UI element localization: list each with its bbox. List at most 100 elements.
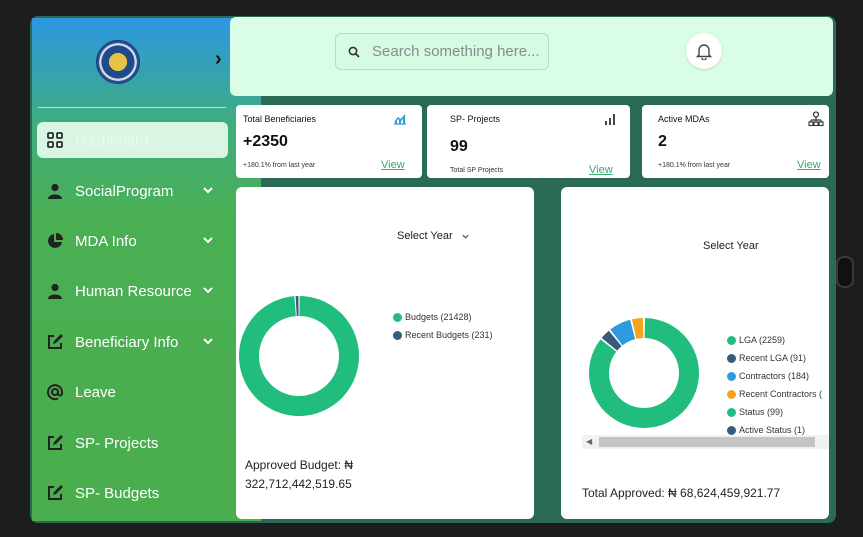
search-input[interactable] bbox=[372, 43, 542, 60]
bell-icon bbox=[696, 43, 712, 60]
sidebar-item-label: Leave bbox=[75, 383, 116, 401]
legend-item: Contractors (184) bbox=[727, 367, 822, 385]
stat-value: +2350 bbox=[243, 133, 288, 150]
legend-label: Recent Contractors ( bbox=[739, 389, 823, 399]
sidebar-item-socialprogram[interactable]: SocialProgram bbox=[32, 173, 261, 209]
budget-donut-chart bbox=[239, 296, 359, 416]
select-year-dropdown[interactable]: Select Year bbox=[703, 240, 759, 252]
view-link[interactable]: View bbox=[589, 164, 613, 176]
chevron-down-icon[interactable] bbox=[202, 334, 214, 351]
sidebar-item-label: SocialProgram bbox=[75, 182, 174, 200]
legend-label: LGA (2259) bbox=[739, 335, 786, 345]
legend-dot bbox=[727, 335, 736, 345]
sidebar: › Dashboard SocialProgram MDA Info Human… bbox=[32, 18, 261, 521]
sidebar-item-label: Beneficiary Info bbox=[75, 333, 179, 351]
edit-icon bbox=[45, 433, 65, 453]
sidebar-item-label: SP- Projects bbox=[75, 434, 159, 452]
lga-chart-card: Select Year LGA (2259) Recent LGA (91) C… bbox=[561, 187, 829, 519]
stat-subtext: +180.1% from last year bbox=[658, 162, 731, 169]
legend-item: Budgets (21428) bbox=[393, 308, 493, 326]
donut-slice-recent-budgets[interactable] bbox=[295, 296, 299, 317]
select-year-label: Select Year bbox=[703, 240, 759, 252]
legend-item: Recent LGA (91) bbox=[727, 349, 822, 367]
legend-dot bbox=[727, 353, 736, 363]
sidebar-item-leave[interactable]: Leave bbox=[32, 374, 261, 410]
view-link[interactable]: View bbox=[381, 159, 405, 171]
legend-label: Recent LGA (91) bbox=[739, 353, 807, 363]
trend-chart-icon bbox=[394, 114, 406, 125]
legend-dot bbox=[727, 389, 736, 399]
notification-button[interactable] bbox=[686, 33, 722, 69]
sidebar-item-label: MDA Info bbox=[75, 232, 137, 250]
view-link[interactable]: View bbox=[797, 159, 821, 171]
stat-value: 2 bbox=[658, 133, 667, 150]
grid-icon bbox=[45, 130, 65, 150]
edit-icon bbox=[45, 483, 65, 503]
sidebar-item-mda-info[interactable]: MDA Info bbox=[32, 223, 261, 259]
legend-label: Budgets (21428) bbox=[405, 312, 472, 322]
legend-label: Recent Budgets (231) bbox=[405, 330, 493, 340]
budget-chart-card: Select Year Budgets (21428) Recent Budge… bbox=[236, 187, 534, 519]
lga-donut-chart bbox=[589, 318, 699, 428]
total-approved: Total Approved: ₦ 68,624,459,921.77 bbox=[582, 486, 781, 500]
sidebar-item-dashboard[interactable]: Dashboard bbox=[37, 122, 228, 158]
stat-subtext: +180.1% from last year bbox=[243, 162, 316, 169]
chevron-down-icon[interactable] bbox=[202, 283, 214, 300]
stat-value: 99 bbox=[450, 138, 468, 155]
stat-card-active-mdas: Active MDAs 2 +180.1% from last year Vie… bbox=[642, 105, 829, 178]
legend-label: Contractors (184) bbox=[739, 371, 810, 381]
chevron-right-icon[interactable]: › bbox=[215, 48, 222, 71]
stat-card-beneficiaries: Total Beneficiaries +2350 +180.1% from l… bbox=[236, 105, 422, 178]
pie-icon bbox=[45, 231, 65, 251]
legend-dot bbox=[727, 407, 736, 417]
chevron-down-icon[interactable] bbox=[202, 183, 214, 200]
top-header bbox=[230, 17, 833, 96]
edit-icon bbox=[45, 332, 65, 352]
lga-legend: LGA (2259) Recent LGA (91) Contractors (… bbox=[727, 331, 822, 439]
chevron-down-icon[interactable] bbox=[202, 233, 214, 250]
bar-chart-icon bbox=[605, 114, 615, 125]
at-icon bbox=[45, 382, 65, 402]
device-side-button bbox=[836, 256, 854, 288]
search-icon bbox=[348, 46, 360, 58]
state-logo bbox=[96, 40, 140, 84]
horizontal-scrollbar[interactable]: ◀ bbox=[582, 435, 829, 449]
stat-title: Active MDAs bbox=[658, 114, 710, 124]
scroll-left-icon[interactable]: ◀ bbox=[586, 437, 592, 446]
stat-card-sp-projects: SP- Projects 99 Total SP Projects View bbox=[427, 105, 630, 178]
user-icon bbox=[45, 181, 65, 201]
budget-legend: Budgets (21428) Recent Budgets (231) bbox=[393, 308, 493, 344]
legend-dot bbox=[393, 330, 402, 340]
chevron-down-icon bbox=[462, 234, 469, 239]
legend-item: Recent Contractors ( bbox=[727, 385, 822, 403]
scrollbar-thumb[interactable] bbox=[599, 437, 815, 447]
sidebar-item-label: Dashboard bbox=[75, 131, 149, 149]
sidebar-item-sp-projects[interactable]: SP- Projects bbox=[32, 425, 261, 461]
approved-budget-total: Approved Budget: ₦ 322,712,442,519.65 bbox=[245, 456, 353, 494]
donut-slice-budgets[interactable] bbox=[239, 296, 359, 416]
org-chart-icon bbox=[808, 111, 824, 127]
stat-title: SP- Projects bbox=[450, 114, 501, 124]
select-year-label: Select Year bbox=[397, 230, 453, 242]
select-year-dropdown[interactable]: Select Year bbox=[397, 230, 470, 242]
total-label: Approved Budget: ₦ bbox=[245, 458, 354, 472]
legend-dot bbox=[727, 371, 736, 381]
user-icon bbox=[45, 281, 65, 301]
legend-dot bbox=[393, 312, 402, 322]
legend-item: Recent Budgets (231) bbox=[393, 326, 493, 344]
legend-dot bbox=[727, 425, 736, 435]
stat-title: Total Beneficiaries bbox=[243, 114, 317, 124]
sidebar-item-label: SP- Budgets bbox=[75, 484, 160, 502]
total-value: 322,712,442,519.65 bbox=[245, 477, 352, 491]
legend-item: Status (99) bbox=[727, 403, 822, 421]
sidebar-item-beneficiary-info[interactable]: Beneficiary Info bbox=[32, 324, 261, 360]
sidebar-item-label: Human Resource bbox=[75, 282, 192, 300]
sidebar-item-sp-budgets[interactable]: SP- Budgets bbox=[32, 475, 261, 511]
stat-subtext: Total SP Projects bbox=[450, 167, 504, 174]
app-frame: › Dashboard SocialProgram MDA Info Human… bbox=[30, 16, 836, 523]
legend-label: Status (99) bbox=[739, 407, 784, 417]
sidebar-item-human-resource[interactable]: Human Resource bbox=[32, 273, 261, 309]
legend-label: Active Status (1) bbox=[739, 425, 806, 435]
search-box[interactable] bbox=[335, 33, 549, 70]
sidebar-divider bbox=[38, 107, 226, 108]
